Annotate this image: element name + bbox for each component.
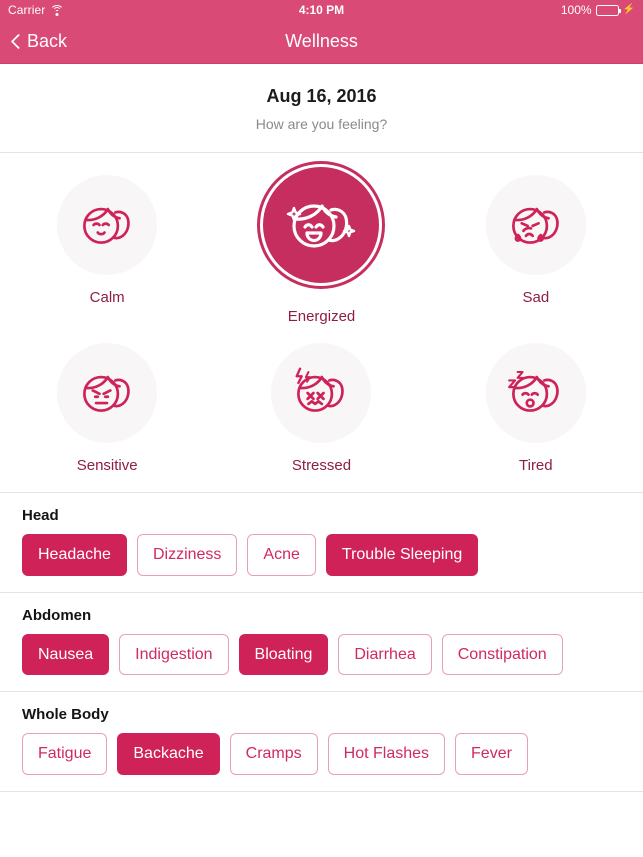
mood-label: Sad (522, 289, 550, 306)
symptom-chip-hot-flashes[interactable]: Hot Flashes (327, 733, 446, 775)
mood-option-energized[interactable]: Energized (214, 164, 428, 325)
mood-option-stressed[interactable]: Stressed (214, 343, 428, 474)
symptom-chip-list: Nausea Indigestion Bloating Diarrhea Constip… (22, 633, 621, 676)
mood-calm-icon (83, 207, 130, 244)
mood-circle-energized (260, 164, 383, 286)
mood-energized-icon (287, 204, 356, 248)
mood-circle-calm (57, 175, 158, 275)
mood-row-1: Calm Energized Sad (0, 164, 643, 325)
status-bar-right: 100% ⚡ (561, 3, 635, 17)
symptom-sections: Head Headache Dizziness Acne Trouble Sleepin… (0, 493, 643, 857)
feeling-prompt: How are you feeling? (255, 116, 388, 132)
symptom-chip-acne[interactable]: Acne (247, 534, 316, 576)
wifi-icon (50, 4, 65, 16)
symptom-chip-fatigue[interactable]: Fatigue (22, 733, 108, 775)
back-button[interactable]: Back (0, 31, 67, 52)
symptom-chip-indigestion[interactable]: Indigestion (119, 633, 229, 676)
symptom-chip-trouble-sleeping[interactable]: Trouble Sleeping (325, 534, 479, 576)
symptom-group-abdomen: Abdomen Nausea Indigestion Bloating Diarrhea… (0, 593, 643, 693)
symptom-chip-nausea[interactable]: Nausea (22, 633, 110, 676)
mood-selector: Calm Energized Sad Sensitive Stressed Tired (0, 153, 643, 492)
mood-stressed-icon (296, 367, 345, 412)
symptom-group-whole-body: Whole Body Fatigue Backache Cramps Hot Flash… (0, 692, 643, 792)
symptom-chip-diarrhea[interactable]: Diarrhea (338, 633, 432, 676)
battery-full-icon (595, 4, 621, 16)
lightning-bolt-icon: ⚡ (622, 4, 635, 15)
date-header: Aug 16, 2016 How are you feeling? (0, 64, 643, 152)
mood-circle-sad (485, 175, 586, 275)
symptom-group-title: Head (22, 507, 59, 524)
battery-percent-label: 100% (560, 3, 592, 17)
mood-circle-sensitive (57, 343, 158, 443)
chevron-left-icon (10, 33, 22, 51)
mood-label: Tired (519, 457, 553, 474)
symptom-chip-backache[interactable]: Backache (117, 733, 220, 775)
symptom-chip-bloating[interactable]: Bloating (238, 633, 329, 676)
wellness-screen: Carrier 4:10 PM 100% ⚡ Back Wellness Aug… (0, 0, 643, 857)
mood-sensitive-icon (83, 375, 130, 412)
mood-label: Sensitive (76, 457, 138, 474)
mood-option-tired[interactable]: Tired (429, 343, 643, 474)
mood-label: Energized (287, 308, 356, 325)
back-button-label: Back (27, 31, 68, 51)
mood-row-2: Sensitive Stressed Tired (0, 343, 643, 474)
mood-label: Stressed (291, 457, 352, 474)
mood-option-calm[interactable]: Calm (0, 175, 214, 325)
symptom-chip-dizziness[interactable]: Dizziness (136, 534, 238, 576)
symptom-chip-cramps[interactable]: Cramps (229, 733, 318, 775)
mood-tired-icon (507, 371, 559, 412)
symptom-chip-list: Fatigue Backache Cramps Hot Flashes Fever (22, 733, 621, 775)
mood-option-sad[interactable]: Sad (429, 175, 643, 325)
symptom-group-title: Whole Body (22, 706, 109, 724)
symptom-group-head: Head Headache Dizziness Acne Trouble Sleepin… (0, 493, 643, 593)
date-label: Aug 16, 2016 (266, 86, 377, 106)
mood-option-sensitive[interactable]: Sensitive (0, 343, 214, 474)
symptom-chip-headache[interactable]: Headache (22, 534, 127, 576)
symptom-group-title: Abdomen (22, 606, 92, 624)
mood-label: Calm (89, 289, 125, 306)
carrier-label: Carrier (8, 3, 46, 17)
mood-circle-tired (485, 343, 586, 443)
symptom-chip-list: Headache Dizziness Acne Trouble Sleeping (22, 534, 621, 576)
symptom-chip-fever[interactable]: Fever (455, 733, 528, 775)
mood-circle-stressed (271, 343, 372, 443)
symptom-chip-constipation[interactable]: Constipation (441, 633, 563, 676)
nav-bar: Back Wellness (0, 20, 643, 64)
status-bar: Carrier 4:10 PM 100% ⚡ (0, 0, 643, 20)
status-bar-left: Carrier (8, 3, 65, 17)
mood-sad-icon (511, 207, 559, 244)
status-bar-time: 4:10 PM (298, 3, 345, 17)
page-title: Wellness (285, 31, 358, 51)
